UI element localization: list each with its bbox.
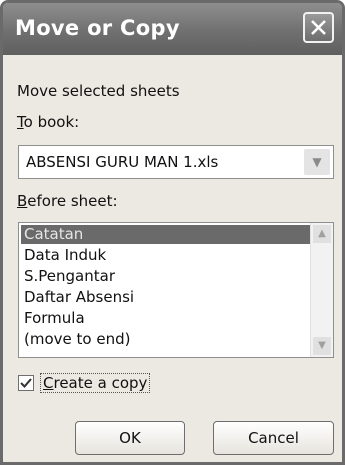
chevron-up-icon: ▲ <box>318 228 326 239</box>
before-sheet-label-accesskey: B <box>17 192 28 210</box>
scroll-up-button[interactable]: ▲ <box>313 225 331 243</box>
ok-button[interactable]: OK <box>75 421 185 455</box>
dialog-title: Move or Copy <box>15 16 180 40</box>
to-book-value: ABSENSI GURU MAN 1.xls <box>26 153 219 171</box>
list-scrollbar[interactable]: ▲ ▼ <box>310 223 333 357</box>
before-sheet-label-text: efore sheet: <box>27 192 118 210</box>
scroll-down-button[interactable]: ▼ <box>313 337 331 355</box>
dropdown-arrow-button[interactable]: ▼ <box>304 149 330 175</box>
create-copy-checkbox[interactable] <box>18 375 34 391</box>
sheet-list-item[interactable]: Formula <box>21 309 312 328</box>
checkmark-icon <box>20 378 32 388</box>
prompt-text: Move selected sheets <box>17 82 180 100</box>
before-sheet-listbox[interactable]: Catatan Data Induk S.Pengantar Daftar Ab… <box>18 222 334 358</box>
sheet-list-item[interactable]: (move to end) <box>21 330 312 349</box>
before-sheet-label: Before sheet: <box>17 192 118 210</box>
to-book-dropdown[interactable]: ABSENSI GURU MAN 1.xls ▼ <box>18 145 334 179</box>
create-copy-label-text: reate a copy <box>53 374 148 392</box>
move-or-copy-dialog: Move or Copy Move selected sheets To boo… <box>0 0 345 465</box>
create-copy-label[interactable]: Create a copy <box>40 373 151 393</box>
cancel-button[interactable]: Cancel <box>213 421 334 455</box>
sheet-list-item[interactable]: Catatan <box>21 225 312 244</box>
sheet-list-item[interactable]: Data Induk <box>21 246 312 265</box>
to-book-label-text: o book: <box>23 113 80 131</box>
to-book-label: To book: <box>17 113 79 131</box>
close-button[interactable] <box>303 12 334 43</box>
chevron-down-icon: ▼ <box>318 340 326 351</box>
title-bar[interactable]: Move or Copy <box>3 3 342 55</box>
to-book-label-accesskey: T <box>17 113 24 131</box>
sheet-list-item[interactable]: Daftar Absensi <box>21 288 312 307</box>
chevron-down-icon: ▼ <box>312 155 322 169</box>
create-copy-accesskey: C <box>43 374 54 392</box>
sheet-list-item[interactable]: S.Pengantar <box>21 267 312 286</box>
close-icon <box>311 20 326 35</box>
